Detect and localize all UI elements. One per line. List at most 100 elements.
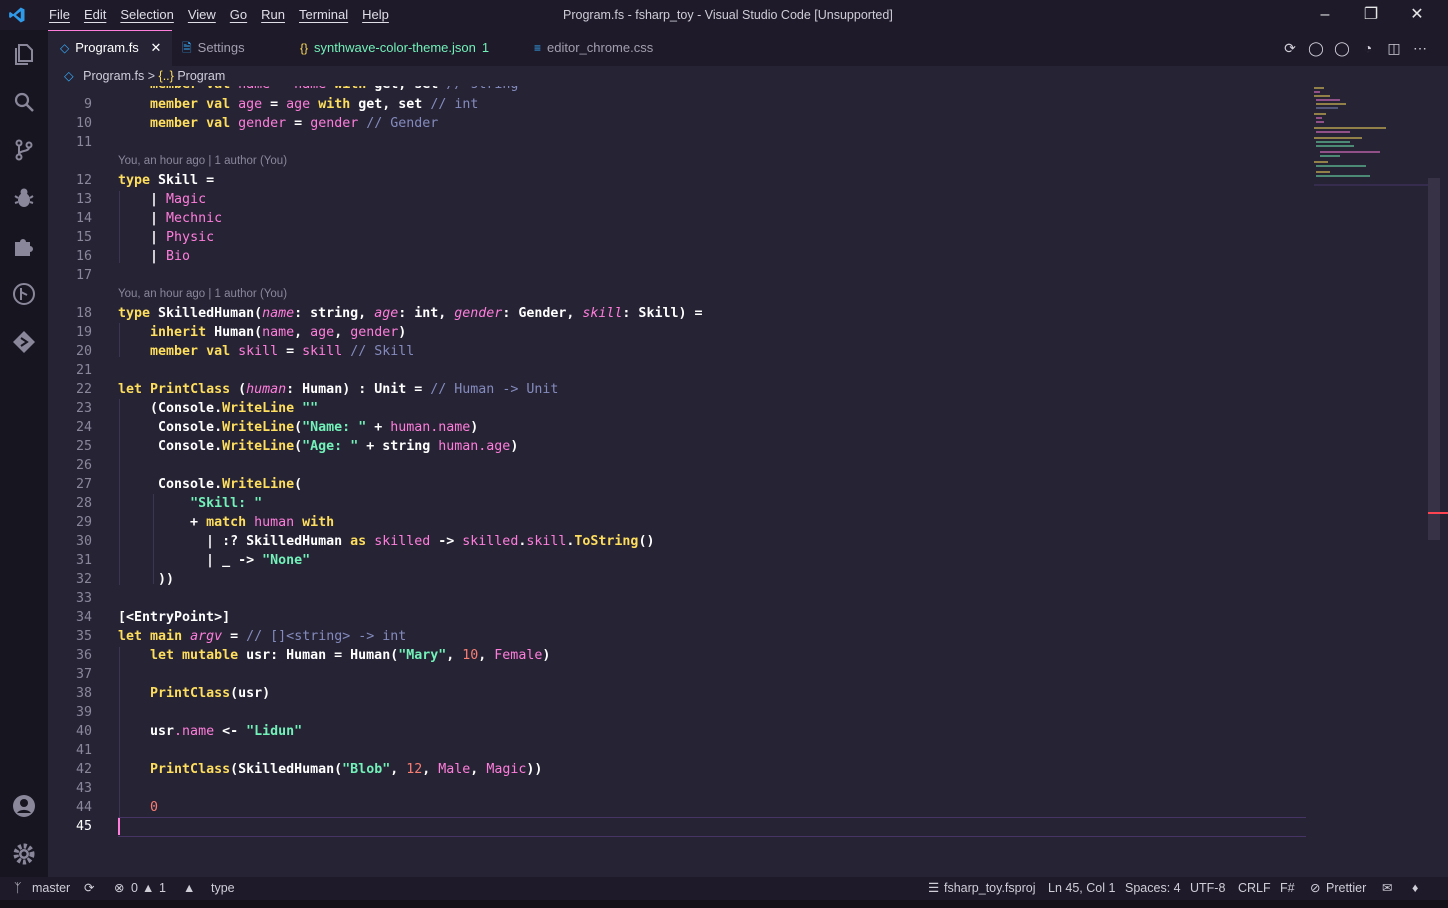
line-number: 24 (75, 420, 92, 435)
window-title: Program.fs - fsharp_toy - Visual Studio … (563, 8, 893, 22)
tab-synthwave-json[interactable]: {} synthwave-color-theme.json 1 (300, 30, 489, 66)
minimize-button[interactable]: – (1302, 0, 1348, 30)
text-cursor (118, 818, 120, 835)
line-number: 31 (75, 553, 92, 568)
close-tab-icon[interactable]: ✕ (150, 40, 161, 55)
code-line: member val age = age with get, set // in… (150, 97, 479, 112)
tab-label: synthwave-color-theme.json (314, 40, 476, 55)
error-count[interactable]: 0 (131, 877, 138, 900)
account-icon[interactable] (10, 792, 38, 820)
tab-settings[interactable]: 🗎 Settings (182, 30, 245, 66)
line-number: 36 (75, 648, 92, 663)
compare-changes-icon[interactable]: ⟳ (1282, 40, 1298, 57)
breadcrumb-symbol[interactable]: Program (177, 69, 225, 83)
code-line: + match human with (118, 515, 335, 530)
code-line: )) (118, 572, 175, 587)
line-number: 34 (75, 610, 92, 625)
codelens-authorship[interactable]: You, an hour ago | 1 author (You) (118, 288, 287, 300)
line-number: 29 (75, 515, 92, 530)
flame-icon[interactable]: ▲ (183, 877, 195, 900)
line-number: 19 (75, 325, 92, 340)
next-change-icon[interactable]: ◯ (1334, 40, 1350, 57)
menu-bar: File Edit Selection View Go Run Terminal… (42, 0, 396, 30)
tab-label: Settings (197, 40, 245, 55)
encoding[interactable]: UTF-8 (1190, 877, 1225, 900)
code-line: | Bio (118, 249, 191, 264)
menu-go[interactable]: Go (223, 0, 254, 30)
code-line: usr.name <- "Lidun" (118, 724, 303, 739)
sync-icon[interactable]: ⟳ (84, 877, 94, 900)
tab-label: Program.fs (75, 40, 139, 55)
breadcrumb-file[interactable]: Program.fs (83, 69, 144, 83)
restore-button[interactable]: ❐ (1348, 0, 1394, 30)
code-line: member val gender = gender // Gender (150, 116, 439, 131)
notifications-bell-icon[interactable]: ♦ (1412, 877, 1418, 900)
warning-icon[interactable]: ▲ (142, 877, 154, 900)
line-number: 17 (75, 268, 92, 283)
vertical-scrollbar-thumb[interactable] (1428, 178, 1440, 540)
line-number: 21 (75, 363, 92, 378)
feedback-icon[interactable]: ✉ (1382, 877, 1392, 900)
close-window-button[interactable]: ✕ (1394, 0, 1440, 30)
menu-terminal[interactable]: Terminal (292, 0, 355, 30)
explorer-icon[interactable] (10, 40, 38, 68)
warning-count[interactable]: 1 (159, 877, 166, 900)
breadcrumb-separator: > (147, 69, 156, 83)
menu-edit[interactable]: Edit (77, 0, 113, 30)
vscode-logo-icon[interactable] (8, 6, 26, 24)
line-number: 13 (75, 192, 92, 207)
debug-icon[interactable] (10, 184, 38, 212)
code-line: [<EntryPoint>] (118, 610, 231, 625)
open-changes-icon[interactable]: ◔ (1360, 40, 1376, 56)
tab-program-fs[interactable]: ◇ Program.fs ✕ (48, 30, 172, 66)
branch-name[interactable]: master (32, 877, 70, 900)
code-line: Console.WriteLine("Age: " + string human… (118, 439, 519, 454)
line-number: 41 (75, 743, 92, 758)
menu-run[interactable]: Run (254, 0, 292, 30)
line-ending[interactable]: CRLF (1238, 877, 1271, 900)
search-icon[interactable] (10, 88, 38, 116)
previous-change-icon[interactable]: ◯ (1308, 40, 1324, 57)
editor-tabs: ◇ Program.fs ✕ 🗎 Settings {} synthwave-colo… (48, 30, 1448, 66)
git-graph-icon[interactable] (10, 280, 38, 308)
split-editor-icon[interactable]: ◫ (1386, 40, 1402, 57)
title-bar: File Edit Selection View Go Run Terminal… (0, 0, 1448, 30)
line-number: 10 (75, 116, 92, 131)
manage-gear-icon[interactable] (10, 840, 38, 868)
source-control-icon[interactable] (10, 136, 38, 164)
minimap[interactable] (1310, 86, 1430, 186)
extensions-icon[interactable] (10, 232, 38, 260)
menu-file[interactable]: File (42, 0, 77, 30)
json-file-icon: {} (300, 41, 309, 55)
menu-selection[interactable]: Selection (113, 0, 180, 30)
line-number: 40 (75, 724, 92, 739)
indentation[interactable]: Spaces: 4 (1125, 877, 1181, 900)
menu-view[interactable]: View (181, 0, 223, 30)
code-line: (Console.WriteLine "" (118, 401, 319, 416)
code-line: let main argv = // []<string> -> int (118, 629, 407, 644)
language-mode[interactable]: F# (1280, 877, 1295, 900)
line-number: 43 (75, 781, 92, 796)
project-name[interactable]: fsharp_toy.fsproj (944, 877, 1035, 900)
code-line: inherit Human(name, age, gender) (150, 325, 407, 340)
line-number: 32 (75, 572, 92, 587)
code-line: member val skill = skill // Skill (150, 344, 415, 359)
problem-count-badge: 1 (481, 40, 490, 55)
cursor-position[interactable]: Ln 45, Col 1 (1048, 877, 1115, 900)
error-icon[interactable]: ⊗ (114, 877, 124, 900)
menu-help[interactable]: Help (355, 0, 396, 30)
gitlens-icon[interactable] (10, 328, 38, 356)
line-number: 42 (75, 762, 92, 777)
code-editor[interactable]: member val name = name with get, set // … (48, 86, 1306, 870)
tab-editor-chrome-css[interactable]: ≡ editor_chrome.css (534, 30, 653, 66)
status-bar: ᛉ master ⟳ ⊗ 0 ▲ 1 ▲ type ☰ fsharp_toy.f… (0, 877, 1448, 900)
status-mode[interactable]: type (211, 877, 235, 900)
settings-file-icon: 🗎 (182, 41, 192, 55)
more-actions-icon[interactable]: ⋯ (1412, 40, 1428, 57)
branch-icon: ᛉ (14, 881, 22, 895)
code-line: | Magic (118, 192, 207, 207)
code-line: | Physic (118, 230, 215, 245)
line-number: 12 (75, 173, 92, 188)
codelens-authorship[interactable]: You, an hour ago | 1 author (You) (118, 155, 287, 167)
formatter[interactable]: Prettier (1326, 877, 1366, 900)
